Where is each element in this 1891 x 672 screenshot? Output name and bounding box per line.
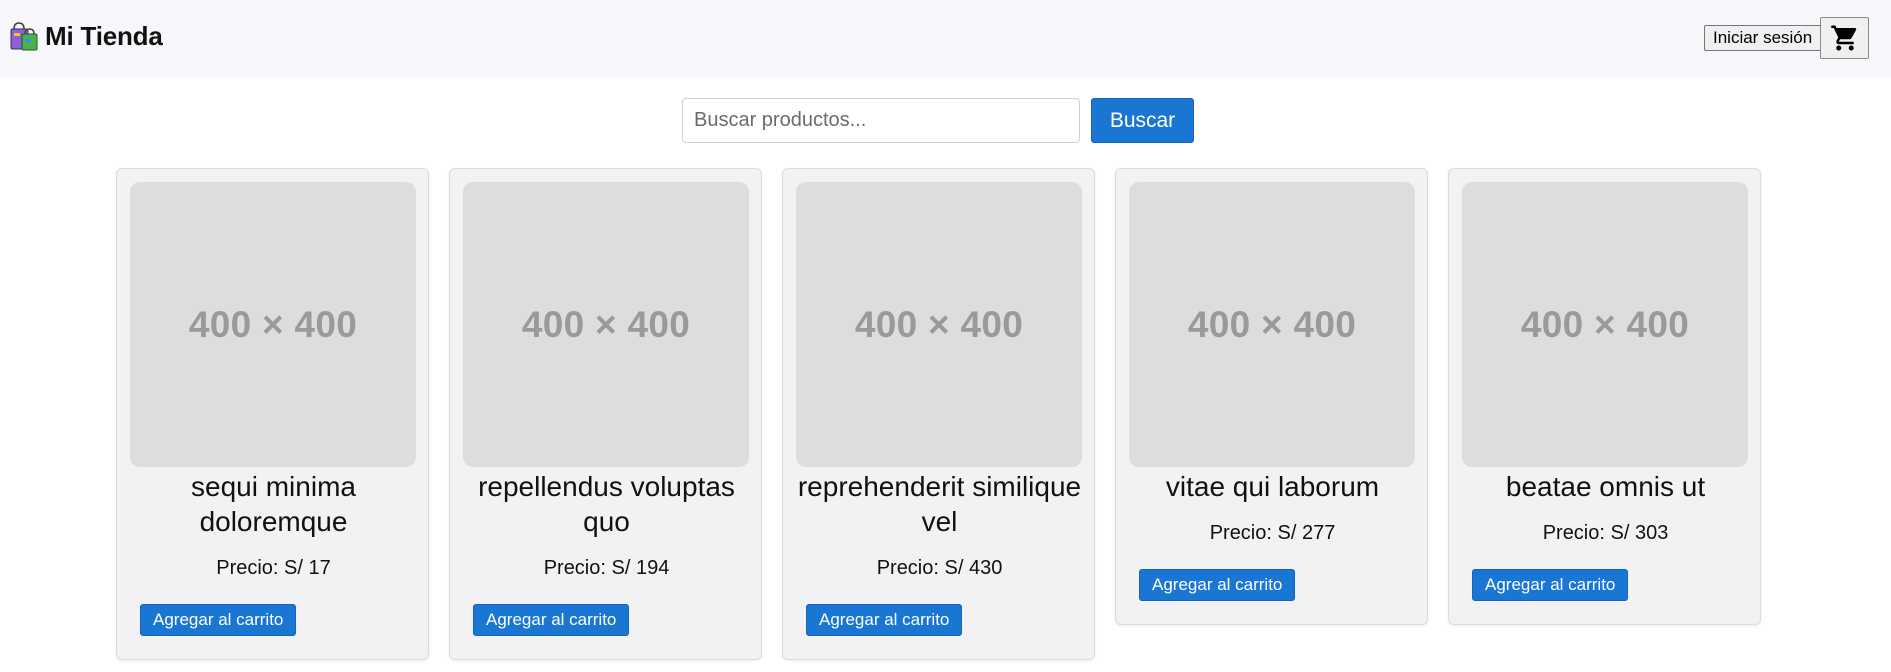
product-card: 400 × 400 repellendus voluptas quo Preci… [449, 168, 762, 660]
product-price: Precio: S/ 277 [1209, 522, 1336, 544]
product-name: beatae omnis ut [1505, 471, 1706, 502]
product-image-placeholder: 400 × 400 [463, 182, 749, 467]
search-input[interactable] [682, 98, 1080, 143]
cart-button[interactable] [1820, 17, 1869, 59]
product-name: reprehenderit similique vel [797, 471, 1082, 537]
shopping-bags-icon [10, 22, 38, 51]
search-button[interactable]: Buscar [1091, 98, 1194, 143]
product-name: sequi minima doloremque [191, 471, 356, 537]
product-image-placeholder: 400 × 400 [130, 182, 416, 467]
product-price: Precio: S/ 303 [1542, 522, 1669, 544]
login-button[interactable]: Iniciar sesión [1704, 25, 1822, 51]
product-name: vitae qui laborum [1165, 471, 1380, 502]
shopping-cart-icon [1830, 25, 1856, 51]
product-name: repellendus voluptas quo [478, 471, 735, 537]
product-card: 400 × 400 reprehenderit similique vel Pr… [782, 168, 1095, 660]
add-to-cart-button[interactable]: Agregar al carrito [1139, 569, 1296, 601]
product-image-placeholder: 400 × 400 [1129, 182, 1415, 467]
brand-name: Mi Tienda [45, 20, 163, 51]
product-price: Precio: S/ 17 [216, 557, 331, 579]
product-image-placeholder: 400 × 400 [1462, 182, 1748, 467]
product-card: 400 × 400 beatae omnis ut Precio: S/ 303… [1448, 168, 1761, 625]
add-to-cart-button[interactable]: Agregar al carrito [140, 604, 297, 636]
add-to-cart-button[interactable]: Agregar al carrito [473, 604, 630, 636]
product-image-placeholder: 400 × 400 [796, 182, 1082, 467]
add-to-cart-button[interactable]: Agregar al carrito [1472, 569, 1629, 601]
product-price: Precio: S/ 194 [543, 557, 670, 579]
brand[interactable]: Mi Tienda [9, 20, 163, 52]
site-header: Mi Tienda Iniciar sesión [0, 0, 1891, 78]
product-price: Precio: S/ 430 [876, 557, 1003, 579]
add-to-cart-button[interactable]: Agregar al carrito [806, 604, 963, 636]
product-card: 400 × 400 sequi minima doloremque Precio… [116, 168, 429, 660]
product-card: 400 × 400 vitae qui laborum Precio: S/ 2… [1115, 168, 1428, 625]
